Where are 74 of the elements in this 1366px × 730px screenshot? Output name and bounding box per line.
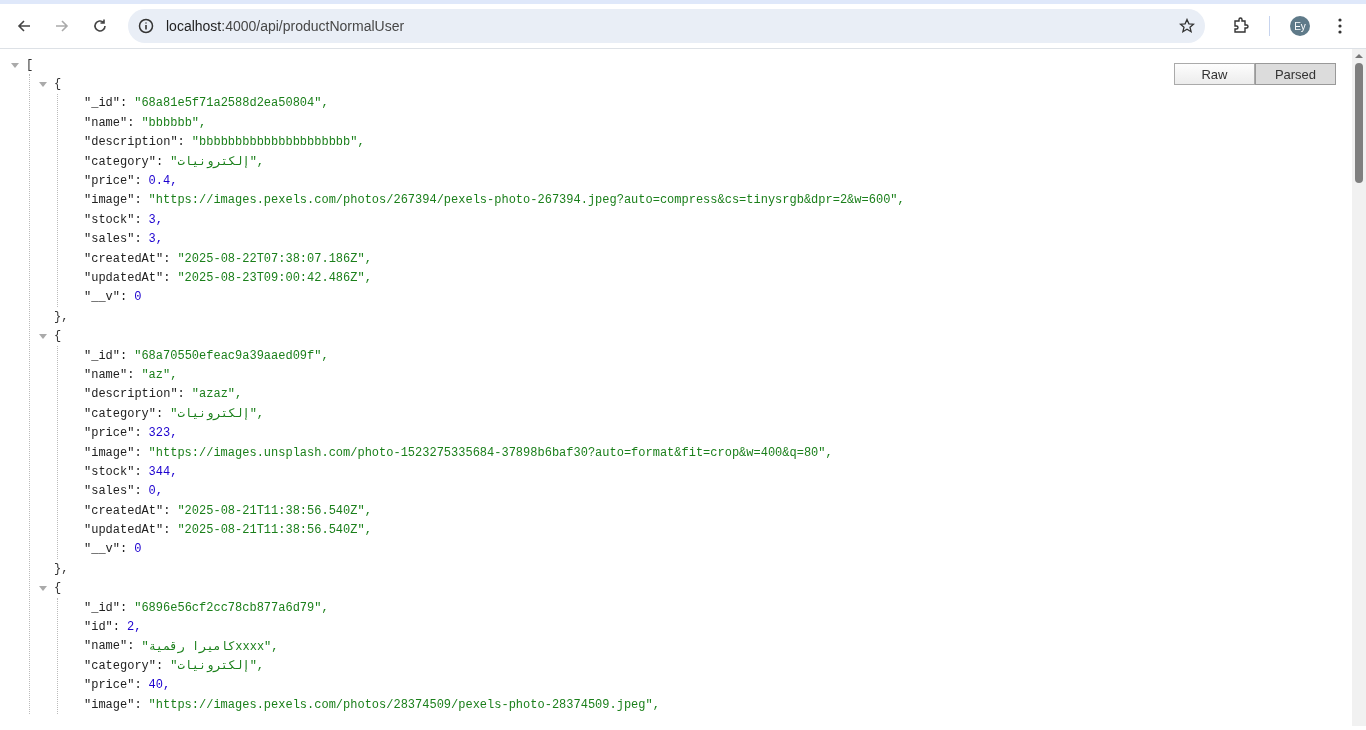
json-key: "stock":: [84, 464, 142, 479]
reload-icon: [92, 18, 108, 34]
string-value: "68a70550efeac9a39aaed09f",: [134, 348, 329, 363]
json-key: "_id":: [84, 600, 128, 615]
json-key: "price":: [84, 678, 142, 693]
string-value: "2025-08-23T09:00:42.486Z",: [177, 271, 372, 285]
json-key: "price":: [84, 426, 142, 441]
number-value: 3,: [148, 212, 163, 227]
number-value: 323,: [148, 426, 178, 441]
json-key: "id":: [84, 620, 120, 634]
brace: {: [54, 329, 62, 344]
json-key: "updatedAt":: [84, 523, 171, 538]
string-value: "كاميرا رقميةxxxx",: [141, 638, 279, 654]
json-key: "__v":: [84, 542, 128, 557]
view-tab[interactable]: Parsed: [1255, 63, 1336, 85]
string-value: "2025-08-21T11:38:56.540Z",: [177, 523, 372, 538]
string-value: "إلكترونيات",: [170, 658, 265, 674]
scroll-up-icon[interactable]: [1355, 53, 1363, 59]
back-arrow-icon: [16, 18, 32, 34]
brace: },: [54, 309, 69, 324]
json-key: "name":: [84, 367, 135, 382]
number-value: 344,: [148, 464, 178, 479]
json-key: "image":: [84, 697, 142, 712]
number-value: 0,: [148, 484, 163, 499]
address-bar[interactable]: localhost:4000/api/productNormalUser: [128, 9, 1205, 43]
string-value: "6896e56cf2cc78cb877a6d79",: [134, 600, 329, 615]
string-value: "https://images.pexels.com/photos/28374509/pexels-photo-28374509.jpeg",: [148, 697, 660, 712]
string-value: "https://images.unsplash.com/photo-1523275335684-37898b6baf30?auto=format&fit=crop&w=400&q=80",: [148, 445, 833, 460]
string-value: "az",: [141, 367, 178, 382]
json-key: "price":: [84, 174, 142, 189]
bracket: [: [26, 57, 34, 72]
json-key: "updatedAt":: [84, 271, 171, 285]
profile-avatar[interactable]: Ey: [1290, 16, 1310, 36]
number-value: 3,: [148, 232, 163, 247]
json-key: "description":: [84, 135, 185, 150]
string-value: "2025-08-22T07:38:07.186Z",: [177, 251, 372, 266]
json-key: "category":: [84, 406, 164, 421]
view-tab[interactable]: Raw: [1174, 63, 1255, 85]
brace: {: [54, 77, 62, 92]
json-key: "createdAt":: [84, 251, 171, 266]
json-key: "sales":: [84, 484, 142, 499]
number-value: 40,: [148, 678, 171, 693]
forward-arrow-icon: [54, 18, 70, 34]
json-key: "name":: [84, 639, 135, 654]
scroll-thumb[interactable]: [1355, 63, 1363, 183]
json-key: "category":: [84, 658, 164, 673]
json-key: "__v":: [84, 290, 128, 305]
info-icon[interactable]: [138, 18, 154, 34]
string-value: "bbbbbb",: [141, 115, 207, 130]
json-key: "sales":: [84, 232, 142, 247]
number-value: 0: [134, 290, 142, 305]
brace: },: [54, 561, 69, 576]
number-value: 0: [134, 542, 142, 557]
string-value: "إلكترونيات",: [170, 406, 265, 422]
number-value: 0.4,: [148, 174, 178, 189]
number-value: 2,: [127, 620, 142, 634]
star-icon[interactable]: [1179, 18, 1195, 34]
json-key: "category":: [84, 154, 164, 169]
string-value: "2025-08-21T11:38:56.540Z",: [177, 503, 372, 518]
json-key: "image":: [84, 445, 142, 460]
json-key: "stock":: [84, 212, 142, 227]
json-key: "description":: [84, 387, 185, 402]
string-value: "bbbbbbbbbbbbbbbbbbbbb",: [191, 135, 365, 150]
json-key: "_id":: [84, 96, 128, 111]
json-key: "image":: [84, 193, 142, 208]
string-value: "إلكترونيات",: [170, 154, 265, 170]
string-value: "azaz",: [191, 387, 243, 402]
json-key: "createdAt":: [84, 503, 171, 518]
string-value: "https://images.pexels.com/photos/267394/pexels-photo-267394.jpeg?auto=compress&cs=tinysrgb&dpr=2&w=600",: [148, 193, 905, 208]
string-value: "68a81e5f71a2588d2ea50804",: [134, 96, 329, 111]
json-key: "_id":: [84, 348, 128, 363]
brace: {: [54, 581, 62, 596]
json-key: "name":: [84, 115, 135, 130]
url-text: localhost:4000/api/productNormalUser: [166, 18, 406, 34]
